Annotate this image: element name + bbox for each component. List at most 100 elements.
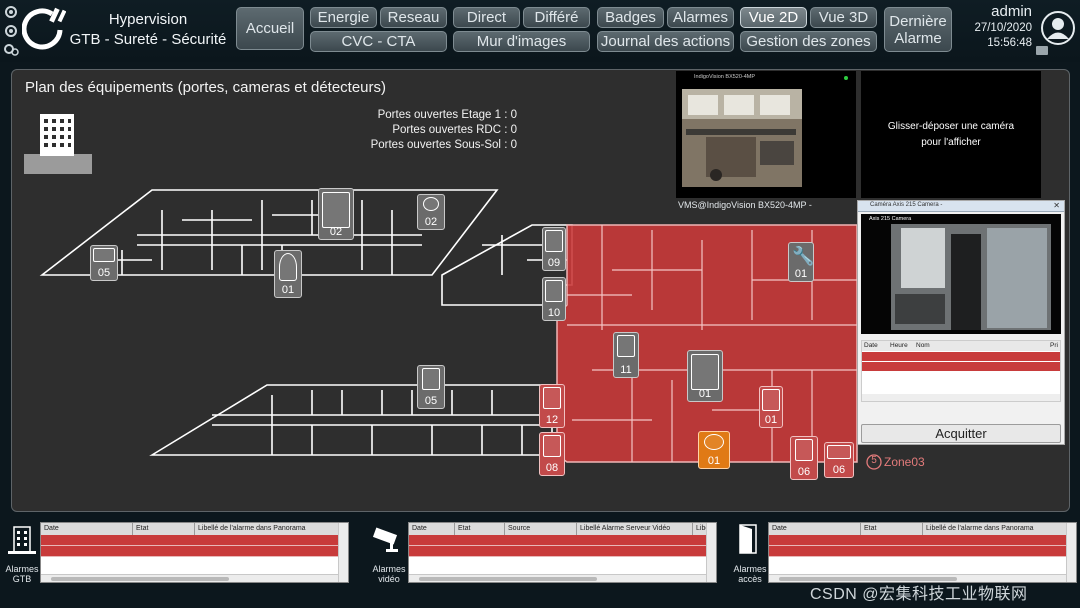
tab-energie[interactable]: Energie [310,7,377,28]
watermark: CSDN @宏集科技工业物联网 [810,586,1028,603]
zone-number: 5 [871,455,877,466]
tab-mur-images[interactable]: Mur d'images [453,31,590,52]
gtb-table-vscroll[interactable] [338,523,348,582]
tab-vue-3d[interactable]: Vue 3D [810,7,877,28]
sensor-01-upper[interactable]: 01 [274,250,302,298]
access-alarms-label: Alarmes accès [733,564,767,584]
camera-popup-title: Caméra Axis 215 Camera - [870,202,943,208]
camera-1-caption: VMS@IndigoVision BX520-4MP - [678,200,812,210]
small-badge-icon [1036,46,1048,55]
tool-01[interactable]: 🔧 01 [788,242,814,282]
table-row[interactable] [769,546,1066,557]
user-info: admin 27/10/2020 15:56:48 [960,3,1032,51]
camera-2-alarm-table: Date Heure Nom Pri [861,340,1061,402]
door-01-center[interactable]: 01 [687,350,723,402]
panel-06-b[interactable]: 06 [824,442,854,478]
camera-02-upper[interactable]: 02 [417,194,445,230]
tab-differe[interactable]: Différé [523,7,590,28]
tab-badges[interactable]: Badges [597,7,664,28]
door-10[interactable]: 10 [542,277,566,321]
user-name: admin [991,3,1032,20]
tab-gestion-zones[interactable]: Gestion des zones [740,31,877,52]
camera-2-hscroll[interactable] [862,394,1060,401]
table-row[interactable] [41,546,338,557]
camera-01-alarm[interactable]: 01 [698,431,730,469]
close-icon[interactable]: ✕ [1053,201,1060,210]
zone-label[interactable]: Zone03 [884,455,925,469]
door-01-right[interactable]: 01 [759,386,783,428]
table-row[interactable] [409,535,706,546]
camera-popup-titlebar: Caméra Axis 215 Camera - ✕ [858,201,1064,212]
camera-view-1[interactable]: IndigoVision BX520-4MP [676,71,856,198]
logo-icon [21,7,67,50]
app-title-line1: Hypervision [108,11,188,28]
camera-1-image [682,89,802,187]
panel-06-a[interactable]: 06 [790,436,818,480]
drop-text-line2: pour l'afficher [921,136,981,148]
last-alarm-button[interactable]: Dernière Alarme [884,7,952,52]
video-table-vscroll[interactable] [706,523,716,582]
table-row[interactable] [41,535,338,546]
gear-icon[interactable] [3,4,19,56]
panel-05-lower[interactable]: 05 [417,365,445,409]
video-alarms-label: Alarmes vidéo [372,564,406,584]
app-title: Hypervision GTB - Sureté - Sécurité [66,10,230,50]
last-alarm-label-line1: Dernière [889,12,947,30]
tab-vue-2d[interactable]: Vue 2D [740,7,807,28]
last-alarm-label-line2: Alarme [894,29,942,47]
wrench-icon: 🔧 [792,246,815,266]
camera-2-alarm-row[interactable] [862,352,1060,361]
door-alarm-icon [739,524,757,554]
acknowledge-button[interactable]: Acquitter [861,424,1061,443]
door-icon [545,280,563,302]
control-panel-icon [795,439,813,461]
dome-camera-icon [423,197,439,211]
camera-2-table-header: Date Heure Nom Pri [862,341,1060,351]
cctv-camera-icon [372,527,398,552]
camera-popup-window[interactable]: Caméra Axis 215 Camera - ✕ Axis 215 Came… [857,200,1065,445]
door-icon [543,435,561,457]
table-row[interactable] [769,535,1066,546]
video-alarm-table[interactable]: Date Etat Source Libellé Alarme Serveur … [408,522,717,583]
app-logo [21,6,67,54]
gtb-alarm-table-header: Date Etat Libellé de l'alarme dans Panor… [41,523,348,535]
door-icon [762,389,780,411]
home-button[interactable]: Accueil [236,7,304,50]
door-icon [691,354,719,390]
user-avatar[interactable] [1040,10,1076,46]
detector-icon [279,253,297,281]
door-icon [543,387,561,409]
camera-2-image [891,224,1051,330]
access-alarms-section: Alarmes accès [732,523,768,584]
camera-2-view[interactable]: Axis 215 Camera [861,214,1061,334]
building-alarm-icon [8,526,36,554]
panel-05-upper[interactable]: 05 [90,245,118,281]
door-icon [617,335,635,357]
gtb-alarm-table[interactable]: Date Etat Libellé de l'alarme dans Panor… [40,522,349,583]
tab-alarmes[interactable]: Alarmes [667,7,734,28]
video-alarms-section: Alarmes vidéo [370,523,408,584]
door-02-upper[interactable]: 02 [318,188,354,240]
current-time: 15:56:48 [987,37,1032,49]
current-date: 27/10/2020 [974,22,1032,34]
tab-reseau[interactable]: Reseau [380,7,447,28]
access-alarm-table[interactable]: Date Etat Libellé de l'alarme dans Panor… [768,522,1077,583]
tab-direct[interactable]: Direct [453,7,520,28]
tab-journal-actions[interactable]: Journal des actions [597,31,734,52]
access-table-vscroll[interactable] [1066,523,1076,582]
camera-drop-zone[interactable]: Glisser-déposer une caméra pour l'affich… [861,71,1041,198]
control-panel-icon [422,368,440,390]
user-icon [1041,11,1075,45]
access-alarm-table-header: Date Etat Libellé de l'alarme dans Panor… [769,523,1076,535]
dome-camera-icon [704,434,724,450]
camera-2-alarm-row[interactable] [862,362,1060,371]
door-09[interactable]: 09 [542,227,566,271]
table-row[interactable] [409,546,706,557]
door-08[interactable]: 08 [539,432,565,476]
tab-cvc-cta[interactable]: CVC - CTA [310,31,447,52]
door-11[interactable]: 11 [613,332,639,378]
video-table-hscroll[interactable] [409,574,706,582]
gtb-table-hscroll[interactable] [41,574,338,582]
door-icon [322,192,350,228]
door-12[interactable]: 12 [539,384,565,428]
